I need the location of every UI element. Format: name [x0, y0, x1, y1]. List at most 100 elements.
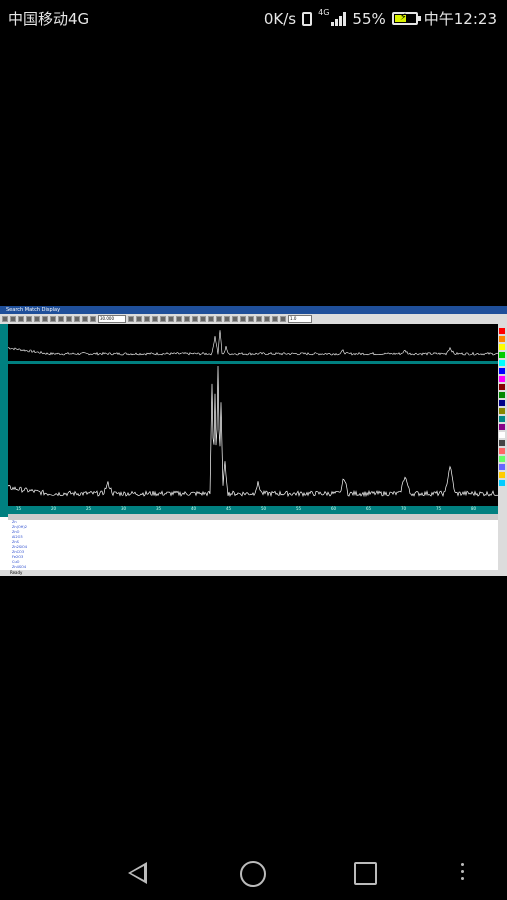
- status-bar: 中国移动4G 0K/s 4G 55% ⚡ 中午12:23: [0, 0, 507, 36]
- table-cell: ZnCO3: [12, 550, 25, 554]
- toolbar-button[interactable]: [90, 316, 96, 322]
- palette-swatch[interactable]: [499, 392, 505, 398]
- toolbar-button[interactable]: [200, 316, 206, 322]
- axis-tick-label: 20: [51, 506, 57, 511]
- axis-tick-label: 40: [191, 506, 197, 511]
- table-cell: ZnO: [12, 530, 20, 534]
- toolbar-button[interactable]: [176, 316, 182, 322]
- table-cell: Al2O3: [12, 535, 23, 539]
- toolbar-button[interactable]: [82, 316, 88, 322]
- status-right: 0K/s 4G 55% ⚡ 中午12:23: [264, 8, 497, 29]
- palette-swatch[interactable]: [499, 416, 505, 422]
- palette-swatch[interactable]: [499, 336, 505, 342]
- recent-apps-icon[interactable]: [354, 862, 377, 885]
- home-icon[interactable]: [240, 861, 266, 887]
- candidate-table: Zn Zn(OH)2 ZnO Al2O3 ZnS Zn2SiO4 ZnCO3 Fe2O3 CuO…: [8, 520, 498, 570]
- palette-swatch[interactable]: [499, 368, 505, 374]
- palette-swatch[interactable]: [499, 328, 505, 334]
- battery-icon: ⚡: [391, 12, 421, 25]
- toolbar-button[interactable]: [152, 316, 158, 322]
- toolbar-button[interactable]: [160, 316, 166, 322]
- table-cell: Zn: [12, 520, 17, 524]
- toolbar-button[interactable]: [216, 316, 222, 322]
- toolbar-button[interactable]: [10, 316, 16, 322]
- toolbar-button[interactable]: [184, 316, 190, 322]
- palette-swatch[interactable]: [499, 400, 505, 406]
- x-axis-bar: 15 20 25 30 35 40 45 50 55 60 65 70 75 80: [8, 506, 498, 514]
- toolbar-button[interactable]: [168, 316, 174, 322]
- palette-swatch[interactable]: [499, 344, 505, 350]
- toolbar-button[interactable]: [272, 316, 278, 322]
- axis-tick-label: 45: [226, 506, 232, 511]
- palette-swatch[interactable]: [499, 448, 505, 454]
- overview-pattern: [7, 330, 499, 356]
- axis-tick-label: 15: [16, 506, 22, 511]
- toolbar-button[interactable]: [192, 316, 198, 322]
- palette-swatch[interactable]: [499, 432, 505, 438]
- toolbar-button[interactable]: [2, 316, 8, 322]
- axis-tick-label: 50: [261, 506, 267, 511]
- scale-input[interactable]: 30.000: [98, 315, 126, 323]
- color-palette: [498, 324, 507, 576]
- palette-swatch[interactable]: [499, 384, 505, 390]
- toolbar-button[interactable]: [280, 316, 286, 322]
- table-cell: Zn2SiO4: [12, 545, 28, 549]
- net-speed: 0K/s: [263, 9, 297, 28]
- palette-swatch[interactable]: [499, 376, 505, 382]
- toolbar-button[interactable]: [50, 316, 56, 322]
- axis-tick-label: 55: [296, 506, 302, 511]
- axis-tick-label: 75: [436, 506, 442, 511]
- palette-swatch[interactable]: [499, 464, 505, 470]
- toolbar-button[interactable]: [58, 316, 64, 322]
- toolbar-button[interactable]: [264, 316, 270, 322]
- nav-bar: [0, 846, 507, 900]
- clock: 中午12:23: [423, 10, 497, 28]
- toolbar-button[interactable]: [74, 316, 80, 322]
- table-cell: Zn4SO4: [12, 565, 27, 569]
- palette-swatch[interactable]: [499, 360, 505, 366]
- net-type: 4G: [318, 8, 330, 17]
- window-title: Search Match Display: [6, 307, 61, 313]
- toolbar-button[interactable]: [136, 316, 142, 322]
- toolbar-button[interactable]: [42, 316, 48, 322]
- axis-tick-label: 25: [86, 506, 92, 511]
- toolbar-button[interactable]: [26, 316, 32, 322]
- overview-pattern-panel: [7, 324, 499, 361]
- axis-tick-label: 60: [331, 506, 337, 511]
- palette-swatch[interactable]: [499, 352, 505, 358]
- axis-tick-label: 30: [121, 506, 127, 511]
- toolbar-button[interactable]: [248, 316, 254, 322]
- axis-tick-label: 65: [366, 506, 372, 511]
- toolbar-button[interactable]: [128, 316, 134, 322]
- toolbar-button[interactable]: [240, 316, 246, 322]
- toolbar-button[interactable]: [232, 316, 238, 322]
- table-cell: Zn(OH)2: [12, 525, 27, 529]
- app-status-text: Ready: [10, 570, 23, 575]
- window-titlebar: Search Match Display: [0, 306, 507, 314]
- palette-swatch[interactable]: [499, 424, 505, 430]
- toolbar-button[interactable]: [18, 316, 24, 322]
- palette-swatch[interactable]: [499, 456, 505, 462]
- toolbar-button[interactable]: [144, 316, 150, 322]
- toolbar-button[interactable]: [34, 316, 40, 322]
- vibrate-icon: [302, 11, 313, 26]
- back-icon[interactable]: [128, 862, 147, 884]
- axis-tick-label: 80: [471, 506, 477, 511]
- more-icon[interactable]: [461, 863, 465, 883]
- toolbar-button[interactable]: [256, 316, 262, 322]
- palette-swatch[interactable]: [499, 440, 505, 446]
- step-input[interactable]: 1.0: [288, 315, 312, 323]
- toolbar-button[interactable]: [66, 316, 72, 322]
- carrier-label: 中国移动4G: [8, 10, 90, 28]
- axis-tick-label: 35: [156, 506, 162, 511]
- palette-swatch[interactable]: [499, 408, 505, 414]
- main-pattern: [7, 365, 499, 498]
- axis-tick-label: 70: [401, 506, 407, 511]
- toolbar-button[interactable]: [224, 316, 230, 322]
- battery-percent: 55%: [352, 9, 386, 28]
- toolbar-button[interactable]: [208, 316, 214, 322]
- signal-icon: [331, 11, 347, 26]
- palette-swatch[interactable]: [499, 480, 505, 486]
- table-cell: Fe2O3: [12, 555, 24, 559]
- palette-swatch[interactable]: [499, 472, 505, 478]
